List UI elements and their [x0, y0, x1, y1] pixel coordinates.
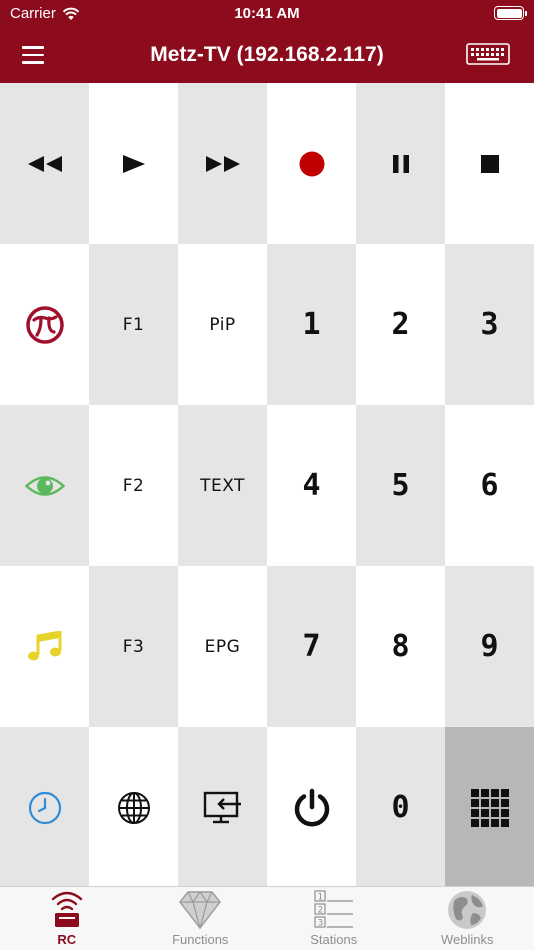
rewind-button[interactable]	[0, 83, 89, 244]
digit-0-label: 0	[391, 790, 410, 825]
digit-4-label: 4	[302, 468, 321, 503]
source-input-icon	[203, 791, 241, 823]
music-note-icon	[27, 630, 61, 660]
pause-icon	[392, 154, 409, 173]
digit-3-button[interactable]: 3	[445, 244, 534, 405]
f3-button[interactable]: F3	[89, 566, 178, 727]
numpad-icon	[470, 788, 509, 827]
svg-text:1: 1	[317, 893, 323, 903]
digit-2-label: 2	[391, 307, 410, 342]
tab-rc-label: RC	[57, 932, 77, 947]
digit-8-button[interactable]: 8	[356, 566, 445, 727]
station-list-icon: 1 2 3	[314, 890, 353, 929]
fast-forward-button[interactable]	[178, 83, 267, 244]
play-button[interactable]	[89, 83, 178, 244]
digit-9-label: 9	[480, 629, 499, 664]
f2-label: F2	[122, 475, 145, 496]
stop-button[interactable]	[445, 83, 534, 244]
power-icon	[294, 788, 329, 826]
tab-stations-label: Stations	[310, 932, 358, 947]
digit-1-button[interactable]: 1	[267, 244, 356, 405]
svg-text:3: 3	[317, 919, 323, 929]
record-icon	[299, 151, 324, 176]
remote-wifi-icon	[51, 891, 82, 927]
teletext-label: TEXT	[200, 475, 245, 496]
digit-7-label: 7	[302, 629, 321, 664]
keyboard-icon[interactable]	[466, 43, 510, 65]
f3-label: F3	[122, 636, 145, 657]
f2-button[interactable]: F2	[89, 405, 178, 566]
digit-6-button[interactable]: 6	[445, 405, 534, 566]
tab-functions[interactable]: Functions	[134, 887, 268, 950]
power-button[interactable]	[267, 727, 356, 888]
digit-5-label: 5	[391, 468, 410, 503]
digit-4-button[interactable]: 4	[267, 405, 356, 566]
epg-label: EPG	[204, 636, 241, 657]
tab-bar: RC Functions 123 Stations Weblinks	[0, 886, 534, 950]
diamond-icon	[179, 890, 222, 929]
digit-6-label: 6	[480, 468, 499, 503]
record-button[interactable]	[267, 83, 356, 244]
globe-icon	[117, 791, 150, 824]
music-button[interactable]	[0, 566, 89, 727]
digit-9-button[interactable]: 9	[445, 566, 534, 727]
tab-stations[interactable]: 1 2 3 Stations	[267, 887, 401, 950]
tab-weblinks-label: Weblinks	[440, 932, 494, 947]
play-icon	[122, 154, 145, 173]
epg-button[interactable]: EPG	[178, 566, 267, 727]
digit-8-label: 8	[391, 629, 410, 664]
tab-weblinks[interactable]: Weblinks	[401, 887, 534, 950]
pip-label: PiP	[209, 314, 236, 335]
digit-0-button[interactable]: 0	[356, 727, 445, 888]
svg-text:2: 2	[317, 906, 323, 916]
digit-3-label: 3	[480, 307, 499, 342]
rewind-icon	[27, 155, 62, 172]
world-globe-icon	[448, 891, 487, 929]
menu-icon[interactable]	[22, 41, 58, 69]
teletext-button[interactable]: TEXT	[178, 405, 267, 566]
remote-grid: F1 PiP 1 2 3 F2 TEXT 4 5 6 F3 EPG 7 8 9 …	[0, 83, 534, 888]
internet-button[interactable]	[89, 727, 178, 888]
eye-button[interactable]	[0, 405, 89, 566]
page-title: Metz-TV (192.168.2.117)	[150, 43, 384, 66]
status-time: 10:41 AM	[234, 5, 300, 22]
metz-logo-icon	[25, 305, 64, 344]
digit-7-button[interactable]: 7	[267, 566, 356, 727]
digit-1-label: 1	[302, 307, 321, 342]
status-bar: Carrier 10:41 AM	[0, 0, 534, 28]
f1-label: F1	[122, 314, 145, 335]
tab-rc[interactable]: RC	[0, 887, 134, 950]
digit-2-button[interactable]: 2	[356, 244, 445, 405]
metz-button[interactable]	[0, 244, 89, 405]
f1-button[interactable]: F1	[89, 244, 178, 405]
nav-bar: Metz-TV (192.168.2.117)	[0, 28, 534, 83]
source-button[interactable]	[178, 727, 267, 888]
fast-forward-icon	[205, 155, 240, 172]
eye-icon	[24, 475, 65, 496]
battery-icon	[494, 6, 527, 20]
pip-button[interactable]: PiP	[178, 244, 267, 405]
stop-icon	[480, 154, 499, 173]
pause-button[interactable]	[356, 83, 445, 244]
tab-functions-label: Functions	[172, 932, 229, 947]
digit-5-button[interactable]: 5	[356, 405, 445, 566]
timer-button[interactable]	[0, 727, 89, 888]
numpad-button[interactable]	[445, 727, 534, 888]
clock-icon	[28, 791, 61, 824]
